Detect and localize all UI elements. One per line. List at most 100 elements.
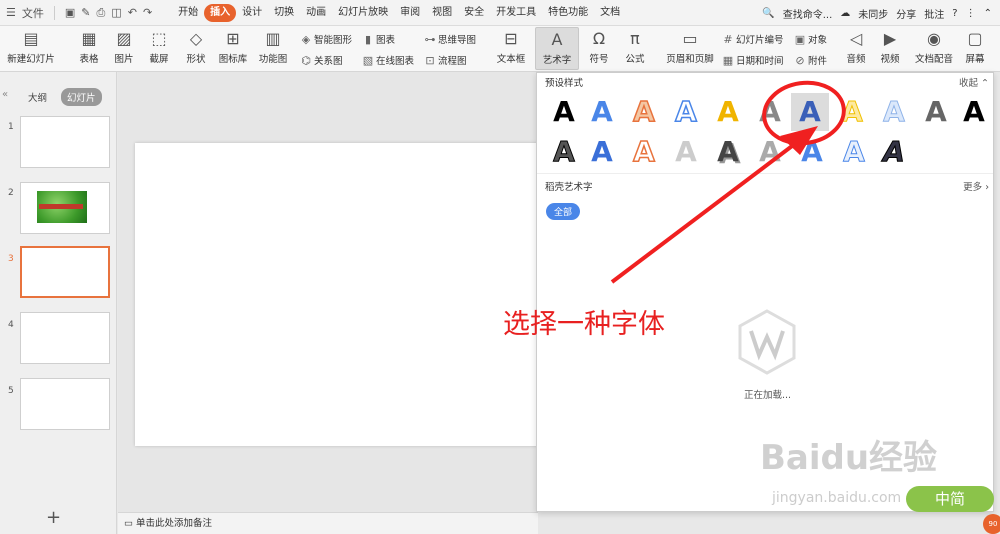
collapse-button[interactable]: 收起 ⌃ [959, 75, 989, 89]
menu-view[interactable]: 视图 [426, 4, 458, 22]
mindmap-button[interactable]: ⊶ 思维导图 [424, 32, 477, 47]
add-slide-icon[interactable]: + [46, 507, 61, 528]
wordart-style[interactable]: A [667, 93, 705, 131]
screenshot-button[interactable]: ⬚ 截屏 [144, 30, 174, 66]
new-slide-button[interactable]: ▤ 新建幻灯片 [2, 29, 60, 66]
screen-record-button[interactable]: ▢ 屏幕 [960, 29, 990, 66]
share-button[interactable]: 分享 [896, 6, 916, 21]
print-icon[interactable]: ⎙ [97, 6, 106, 20]
object-button[interactable]: ▣ 对象 [794, 32, 827, 47]
wordart-icon: A [551, 30, 563, 49]
wordart-style[interactable]: A [751, 93, 789, 131]
collapse-ribbon-icon[interactable]: ⌃ [984, 8, 992, 19]
search-command[interactable]: 查找命令... [783, 6, 833, 21]
notes-bar[interactable]: ▭ 单击此处添加备注 [118, 512, 538, 534]
format-painter-icon[interactable]: ✎ [81, 6, 90, 19]
table-button[interactable]: ▦ 表格 [74, 30, 104, 66]
icon-library-button[interactable]: ⊞ 图标库 [216, 30, 250, 66]
doc-voice-button[interactable]: ◉ 文档配音 [912, 30, 956, 66]
relation-chart-button[interactable]: ⌬ 关系图 [300, 53, 342, 68]
wordart-style[interactable]: A [709, 133, 747, 171]
menu-document[interactable]: 文档 [594, 4, 626, 22]
wordart-button[interactable]: A 艺术字 [535, 27, 579, 70]
symbol-button[interactable]: Ω 符号 [584, 30, 614, 66]
wordart-style[interactable]: A [875, 133, 913, 171]
paperclip-icon: ⊘ [795, 53, 805, 67]
formula-button[interactable]: π 公式 [620, 30, 650, 66]
wordart-style[interactable]: A [583, 133, 621, 171]
smart-shape-icon: ◈ [301, 32, 311, 46]
wordart-style[interactable]: A [917, 93, 955, 131]
wordart-style[interactable]: A [667, 133, 705, 171]
more-link[interactable]: 更多 › [963, 179, 989, 193]
textbox-button[interactable]: ⊟ 文本框 [492, 30, 530, 66]
slide-thumbnail[interactable] [20, 378, 110, 430]
wordart-style[interactable]: A [793, 133, 831, 171]
function-chart-button[interactable]: ▥ 功能图 [254, 30, 292, 66]
menu-insert[interactable]: 插入 [204, 3, 237, 22]
smart-shape-button[interactable]: ◈ 智能图形 [300, 32, 352, 47]
help-icon[interactable]: ? [952, 8, 957, 19]
wordart-style[interactable]: A [545, 133, 583, 171]
watermark-url: jingyan.baidu.com [772, 490, 902, 506]
wordart-style[interactable]: A [751, 133, 789, 171]
hamburger-icon[interactable]: ☰ [6, 6, 16, 19]
filter-all-button[interactable]: 全部 [546, 203, 581, 220]
file-menu[interactable]: 文件 [22, 5, 44, 21]
tab-slides[interactable]: 幻灯片 [61, 88, 102, 106]
shape-button[interactable]: ◇ 形状 [180, 29, 212, 66]
header-footer-button[interactable]: ▭ 页眉和页脚 [664, 30, 716, 66]
slide-number: 1 [8, 122, 14, 132]
collapse-panel-icon[interactable]: « [2, 89, 8, 100]
datetime-button[interactable]: ▦ 日期和时间 [722, 53, 784, 68]
audio-button[interactable]: ◁ 音频 [842, 30, 870, 66]
menu-security[interactable]: 安全 [458, 4, 490, 22]
video-icon: ▶ [883, 29, 897, 48]
mindmap-icon: ⊶ [424, 32, 436, 46]
wordart-style[interactable]: A [833, 93, 871, 131]
slide-thumbnail-selected[interactable] [20, 246, 110, 298]
calendar-icon: ▦ [722, 53, 734, 67]
wordart-style[interactable]: A [625, 93, 663, 131]
wordart-style[interactable]: A [875, 93, 913, 131]
tab-outline[interactable]: 大纲 [22, 88, 53, 106]
slide-thumbnail[interactable] [20, 312, 110, 364]
screen-record-icon: ▢ [967, 29, 983, 48]
chart-button[interactable]: ▮ 图表 [362, 32, 395, 47]
wordart-style[interactable]: A [955, 93, 993, 131]
wordart-style[interactable]: A [583, 93, 621, 131]
menu-transition[interactable]: 切换 [268, 4, 300, 22]
sync-status[interactable]: 未同步 [858, 6, 888, 21]
menu-animation[interactable]: 动画 [300, 4, 332, 22]
attachment-button[interactable]: ⊘ 附件 [794, 53, 827, 68]
menu-review[interactable]: 审阅 [394, 4, 426, 22]
save-icon[interactable]: ▣ [65, 6, 75, 19]
slide-canvas[interactable] [135, 143, 540, 446]
menu-design[interactable]: 设计 [236, 4, 268, 22]
new-slide-icon: ▤ [23, 29, 39, 48]
redo-icon[interactable]: ↷ [143, 6, 152, 19]
annotate-button[interactable]: 批注 [924, 6, 944, 21]
wordart-style-highlighted[interactable]: A [791, 93, 829, 131]
wordart-style[interactable]: A [709, 93, 747, 131]
relation-icon: ⌬ [301, 53, 311, 67]
undo-icon[interactable]: ↶ [128, 6, 137, 19]
wordart-style[interactable]: A [835, 133, 873, 171]
menu-features[interactable]: 特色功能 [542, 4, 594, 22]
menu-devtools[interactable]: 开发工具 [490, 4, 542, 22]
menu-start[interactable]: 开始 [172, 4, 204, 22]
more-icon[interactable]: ⋮ [966, 8, 976, 19]
shape-icon: ◇ [189, 29, 203, 48]
wordart-style[interactable]: A [545, 93, 583, 131]
slide-thumbnail[interactable] [20, 116, 110, 168]
slide-thumbnail[interactable] [20, 182, 110, 234]
menu-slideshow[interactable]: 幻灯片放映 [332, 4, 394, 22]
online-chart-button[interactable]: ▧ 在线图表 [362, 53, 414, 68]
flowchart-button[interactable]: ⊡ 流程图 [424, 53, 466, 68]
picture-button[interactable]: ▨ 图片 [108, 30, 140, 66]
video-button[interactable]: ▶ 视频 [876, 29, 904, 66]
chart-icon: ▮ [364, 32, 372, 46]
wordart-style[interactable]: A [625, 133, 663, 171]
preview-icon[interactable]: ◫ [111, 6, 121, 19]
slide-number-button[interactable]: # 幻灯片编号 [722, 32, 783, 47]
